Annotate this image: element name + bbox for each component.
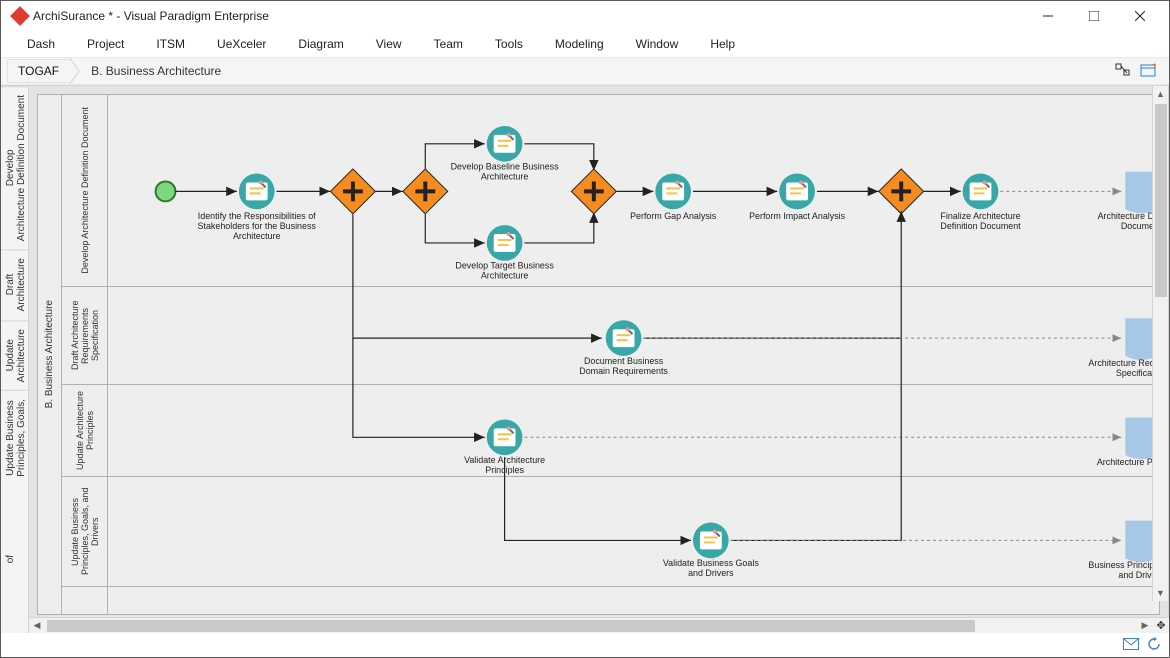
chevron-right-icon: [69, 57, 81, 85]
menu-help[interactable]: Help: [694, 33, 751, 55]
workspace: Develop Architecture Definition Document…: [1, 85, 1169, 633]
lane-header-4[interactable]: [62, 587, 107, 599]
layout-tool-icon[interactable]: [1113, 61, 1131, 82]
maximize-button[interactable]: [1071, 1, 1117, 31]
menu-diagram[interactable]: Diagram: [282, 33, 359, 55]
menu-modeling[interactable]: Modeling: [539, 33, 620, 55]
app-window: ArchiSurance * - Visual Paradigm Enterpr…: [0, 0, 1170, 658]
left-tab-0[interactable]: Develop Architecture Definition Document: [1, 86, 28, 249]
breadcrumb-current[interactable]: B. Business Architecture: [81, 60, 231, 82]
scroll-up-icon[interactable]: ▲: [1153, 86, 1168, 102]
status-bar: [1, 633, 1169, 657]
left-tab-3[interactable]: Update Business Principles, Goals,: [1, 390, 28, 485]
left-tab-2[interactable]: Update Architecture: [1, 320, 28, 390]
scroll-down-icon[interactable]: ▼: [1153, 585, 1168, 601]
menu-bar: Dash Project ITSM UeXceler Diagram View …: [1, 31, 1169, 57]
menu-view[interactable]: View: [360, 33, 418, 55]
menu-dash[interactable]: Dash: [11, 33, 71, 55]
lane-1: [108, 287, 1159, 385]
vscroll-thumb[interactable]: [1155, 104, 1167, 297]
lane-header-2[interactable]: Update Architecture Principles: [62, 385, 107, 477]
lane-header-0[interactable]: Develop Architecture Definition Document: [62, 95, 107, 287]
canvas-area: B. Business Architecture Develop Archite…: [29, 86, 1169, 633]
menu-project[interactable]: Project: [71, 33, 140, 55]
window-title: ArchiSurance * - Visual Paradigm Enterpr…: [33, 9, 1025, 23]
lane-header-1[interactable]: Draft Architecture Requirements Specific…: [62, 287, 107, 385]
breadcrumb-bar: TOGAF B. Business Architecture +: [1, 57, 1169, 85]
lane-0: [108, 95, 1159, 287]
new-diagram-icon[interactable]: +: [1139, 61, 1157, 82]
title-bar: ArchiSurance * - Visual Paradigm Enterpr…: [1, 1, 1169, 31]
window-controls: [1025, 1, 1163, 31]
refresh-icon[interactable]: [1147, 637, 1161, 654]
lane-2: [108, 385, 1159, 477]
breadcrumb-root[interactable]: TOGAF: [7, 59, 69, 83]
minimize-button[interactable]: [1025, 1, 1071, 31]
vertical-scrollbar[interactable]: ▲ ▼: [1152, 86, 1168, 601]
menu-team[interactable]: Team: [418, 33, 479, 55]
bpmn-pool[interactable]: B. Business Architecture Develop Archite…: [37, 94, 1160, 615]
left-tab-strip: Develop Architecture Definition Document…: [1, 86, 29, 633]
horizontal-scrollbar[interactable]: ◀ ▶ ✥: [29, 617, 1169, 633]
left-tab-1[interactable]: Draft Architecture: [1, 249, 28, 319]
left-tab-remainder[interactable]: of: [1, 485, 28, 633]
canvas-scroll[interactable]: B. Business Architecture Develop Archite…: [29, 86, 1169, 617]
scroll-left-icon[interactable]: ◀: [29, 618, 45, 633]
app-logo-icon: [10, 6, 30, 26]
lane-3: [108, 477, 1159, 587]
pan-handle-icon[interactable]: ✥: [1153, 619, 1169, 632]
close-button[interactable]: [1117, 1, 1163, 31]
lane-header-3[interactable]: Update Business Principles, Goals, and D…: [62, 477, 107, 587]
menu-tools[interactable]: Tools: [479, 33, 539, 55]
menu-uexceler[interactable]: UeXceler: [201, 33, 282, 55]
lane-headers: Develop Architecture Definition Document…: [62, 95, 108, 614]
mail-icon[interactable]: [1123, 638, 1139, 653]
pool-title[interactable]: B. Business Architecture: [38, 95, 62, 614]
lane-area: Identify the Responsibilities ofStakehol…: [108, 95, 1159, 614]
menu-window[interactable]: Window: [620, 33, 695, 55]
menu-itsm[interactable]: ITSM: [140, 33, 201, 55]
hscroll-thumb[interactable]: [47, 620, 975, 632]
svg-text:+: +: [1152, 61, 1157, 69]
scroll-right-icon[interactable]: ▶: [1137, 618, 1153, 633]
